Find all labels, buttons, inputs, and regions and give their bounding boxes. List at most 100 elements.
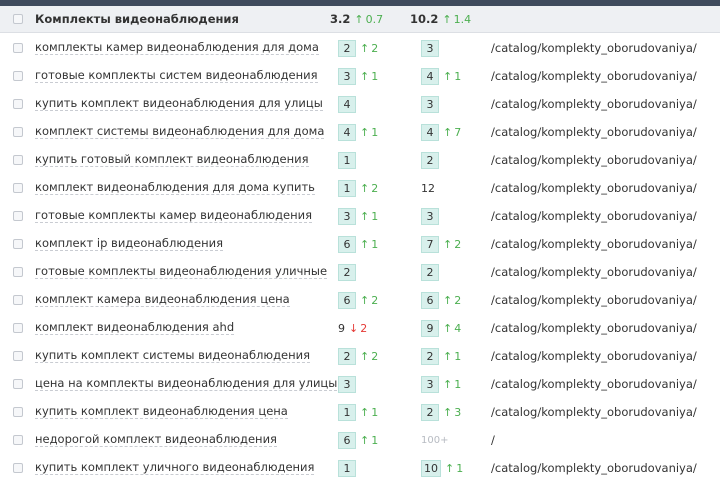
table-row: комплекты камер видеонаблюдения для дома… [0,34,720,62]
position-engine-1: 3 [338,376,356,393]
row-checkbox[interactable] [13,99,23,109]
table-row: купить комплект видеонаблюдения цена 1 ↑ 1 2… [0,398,720,426]
group-pos2-change: 1.4 [453,13,472,26]
position-engine-1: 6 ↑ 1 [338,432,378,449]
arrow-up-icon: ↑ [443,70,453,83]
position-engine-2: 6 ↑ 2 [421,292,461,309]
position-value: 3 [421,376,439,393]
landing-url[interactable]: /catalog/komplekty_oborudovaniya/ [491,321,697,335]
landing-url[interactable]: /catalog/komplekty_oborudovaniya/ [491,69,697,83]
position-value: 3 [421,208,439,225]
landing-url[interactable]: /catalog/komplekty_oborudovaniya/ [491,461,697,475]
row-checkbox[interactable] [13,183,23,193]
keyword-link[interactable]: комплект ip видеонаблюдения [35,237,223,251]
position-value: 12 [421,182,435,195]
row-checkbox[interactable] [13,407,23,417]
keyword-link[interactable]: купить готовый комплект видеонаблюдения [35,153,309,167]
row-checkbox[interactable] [13,323,23,333]
group-checkbox[interactable] [13,14,23,24]
position-value: 2 [338,348,356,365]
position-value: 6 [338,292,356,309]
landing-url[interactable]: /catalog/komplekty_oborudovaniya/ [491,41,697,55]
position-change: 4 [454,322,462,335]
row-checkbox[interactable] [13,267,23,277]
group-pos1-change: 0.7 [365,13,384,26]
position-change: 7 [454,126,462,139]
row-checkbox[interactable] [13,127,23,137]
position-engine-1: 2 [338,264,356,281]
position-engine-2: 12 [421,180,435,197]
landing-url[interactable]: /catalog/komplekty_oborudovaniya/ [491,265,697,279]
position-change: 2 [454,294,462,307]
position-change: 2 [360,322,368,335]
position-value: 3 [338,376,356,393]
arrow-up-icon: ↑ [360,406,370,419]
landing-url[interactable]: / [491,433,495,447]
landing-url[interactable]: /catalog/komplekty_oborudovaniya/ [491,237,697,251]
row-checkbox[interactable] [13,211,23,221]
position-value: 2 [338,264,356,281]
position-value: 4 [338,124,356,141]
keyword-link[interactable]: купить комплект видеонаблюдения для улиц… [35,97,323,111]
row-checkbox[interactable] [13,435,23,445]
table-row: готовые комплекты систем видеонаблюдения… [0,62,720,90]
keyword-link[interactable]: готовые комплекты камер видеонаблюдения [35,209,313,223]
row-checkbox[interactable] [13,351,23,361]
landing-url[interactable]: /catalog/komplekty_oborudovaniya/ [491,405,697,419]
position-engine-1: 4 [338,96,356,113]
landing-url[interactable]: /catalog/komplekty_oborudovaniya/ [491,293,697,307]
keyword-link[interactable]: комплект видеонаблюдения ahd [35,321,235,335]
group-header-row: Комплекты видеонаблюдения 3.2 ↑ 0.7 10.2 ↑ 1… [0,6,720,33]
row-checkbox[interactable] [13,463,23,473]
table-row: купить комплект видеонаблюдения для улиц… [0,90,720,118]
keyword-link[interactable]: купить комплект системы видеонаблюдения [35,349,311,363]
keyword-link[interactable]: купить комплект видеонаблюдения цена [35,405,288,419]
arrow-up-icon: ↑ [360,70,370,83]
landing-url[interactable]: /catalog/komplekty_oborudovaniya/ [491,377,697,391]
landing-url[interactable]: /catalog/komplekty_oborudovaniya/ [491,349,697,363]
row-checkbox[interactable] [13,155,23,165]
arrow-up-icon: ↑ [443,294,453,307]
position-value: 1 [338,180,356,197]
position-engine-2: 3 ↑ 1 [421,376,461,393]
position-value: 9 [421,320,439,337]
keyword-link[interactable]: недорогой комплект видеонаблюдения [35,433,277,447]
position-value: 1 [338,404,356,421]
row-checkbox[interactable] [13,43,23,53]
position-engine-2: 3 [421,40,439,57]
table-row: готовые комплекты камер видеонаблюдения 3… [0,202,720,230]
position-value: 7 [421,236,439,253]
keyword-link[interactable]: готовые комплекты систем видеонаблюдения [35,69,318,83]
row-checkbox[interactable] [13,379,23,389]
keyword-link[interactable]: комплекты камер видеонаблюдения для дома [35,41,319,55]
keyword-link[interactable]: комплект камера видеонаблюдения цена [35,293,290,307]
arrow-up-icon: ↑ [360,210,370,223]
arrow-up-icon: ↑ [360,294,370,307]
arrow-up-icon: ↑ [443,406,453,419]
keyword-link[interactable]: цена на комплекты видеонаблюдения для ул… [35,377,338,391]
keyword-link[interactable]: готовые комплекты видеонаблюдения уличны… [35,265,328,279]
keyword-link[interactable]: комплект видеонаблюдения для дома купить [35,181,315,195]
position-change: 2 [371,42,379,55]
landing-url[interactable]: /catalog/komplekty_oborudovaniya/ [491,125,697,139]
row-checkbox[interactable] [13,239,23,249]
landing-url[interactable]: /catalog/komplekty_oborudovaniya/ [491,153,697,167]
landing-url[interactable]: /catalog/komplekty_oborudovaniya/ [491,97,697,111]
table-row: купить комплект системы видеонаблюдения 2… [0,342,720,370]
position-value: 2 [421,404,439,421]
arrow-up-icon: ↑ [360,182,370,195]
keyword-link[interactable]: комплект системы видеонаблюдения для дом… [35,125,325,139]
position-value: 3 [338,208,356,225]
position-change: 1 [454,350,462,363]
landing-url[interactable]: /catalog/komplekty_oborudovaniya/ [491,209,697,223]
arrow-up-icon: ↑ [443,322,453,335]
position-value: 3 [421,96,439,113]
position-value: 2 [338,40,356,57]
position-change: 1 [371,126,379,139]
row-checkbox[interactable] [13,71,23,81]
position-engine-2: 7 ↑ 2 [421,236,461,253]
position-engine-1: 9 ↓ 2 [338,320,367,337]
keyword-link[interactable]: купить комплект уличного видеонаблюдения [35,461,315,475]
row-checkbox[interactable] [13,295,23,305]
landing-url[interactable]: /catalog/komplekty_oborudovaniya/ [491,181,697,195]
